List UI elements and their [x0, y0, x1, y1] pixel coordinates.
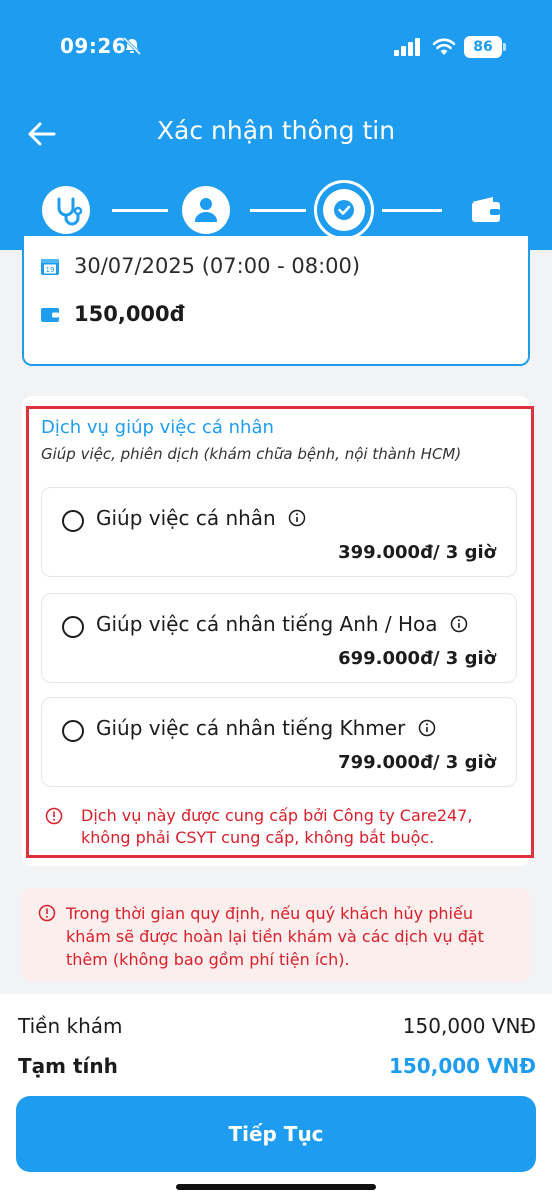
service-option-label: Giúp việc cá nhân: [96, 506, 276, 530]
service-option-label-wrap: Giúp việc cá nhân: [96, 506, 306, 530]
user-icon: [195, 198, 217, 222]
cancellation-notice: Trong thời gian quy định, nếu quý khách …: [22, 888, 530, 982]
service-option-label: Giúp việc cá nhân tiếng Khmer: [96, 716, 406, 740]
booking-date-row: 19 30/07/2025 (07:00 - 08:00): [40, 254, 360, 278]
info-icon[interactable]: [288, 509, 306, 527]
cancellation-notice-text: Trong thời gian quy định, nếu quý khách …: [66, 904, 484, 969]
exam-fee-label: Tiền khám: [18, 1014, 123, 1038]
progress-stepper: [0, 178, 552, 240]
service-option-label-wrap: Giúp việc cá nhân tiếng Khmer: [96, 716, 436, 740]
service-option-personal[interactable]: Giúp việc cá nhân 399.000đ/ 3 giờ: [41, 487, 517, 577]
service-option-label: Giúp việc cá nhân tiếng Anh / Hoa: [96, 612, 438, 636]
info-icon[interactable]: [450, 615, 468, 633]
wallet-icon: [41, 308, 59, 322]
warning-icon: [38, 904, 56, 922]
continue-button[interactable]: Tiếp Tục: [16, 1096, 536, 1172]
booking-price-row: 150,000đ: [40, 302, 185, 326]
warning-icon: [45, 807, 63, 825]
battery-indicator: 86: [464, 36, 502, 58]
service-disclaimer: Dịch vụ này được cung cấp bởi Công ty Ca…: [41, 805, 521, 849]
page-title: Xác nhận thông tin: [156, 116, 396, 145]
check-circle-icon: [334, 200, 354, 220]
step-connector: [250, 209, 306, 212]
radio-button[interactable]: [62, 510, 84, 532]
booking-price: 150,000đ: [74, 302, 185, 326]
step-doctor: [42, 186, 90, 234]
exam-fee-row: Tiền khám 150,000 VNĐ: [18, 1014, 536, 1038]
info-icon[interactable]: [418, 719, 436, 737]
service-option-price: 699.000đ/ 3 giờ: [338, 648, 496, 669]
service-option-price: 799.000đ/ 3 giờ: [338, 752, 496, 773]
service-option-khmer[interactable]: Giúp việc cá nhân tiếng Khmer 799.000đ/ …: [41, 697, 517, 787]
step-connector: [112, 209, 168, 212]
subtotal-row: Tạm tính 150,000 VNĐ: [18, 1054, 536, 1078]
calendar-icon: 19: [41, 259, 59, 275]
subtotal-label: Tạm tính: [18, 1054, 118, 1078]
service-option-english-chinese[interactable]: Giúp việc cá nhân tiếng Anh / Hoa 699.00…: [41, 593, 517, 683]
wallet-icon: [472, 197, 500, 222]
booking-date-time: 30/07/2025 (07:00 - 08:00): [74, 254, 361, 278]
stethoscope-icon: [57, 197, 83, 226]
personal-assistant-service-panel: Dịch vụ giúp việc cá nhân Giúp việc, phi…: [26, 406, 534, 858]
subtotal-value: 150,000 VNĐ: [388, 1054, 536, 1078]
status-bar: 09:26 86: [0, 32, 552, 62]
service-option-price: 399.000đ/ 3 giờ: [338, 542, 496, 563]
bell-slash-icon: [122, 36, 142, 56]
service-option-label-wrap: Giúp việc cá nhân tiếng Anh / Hoa: [96, 612, 468, 636]
cellular-signal-icon: [394, 38, 420, 56]
service-disclaimer-text: Dịch vụ này được cung cấp bởi Công ty Ca…: [81, 806, 473, 847]
battery-cap: [503, 43, 506, 51]
checkout-footer: Tiền khám 150,000 VNĐ Tạm tính 150,000 V…: [0, 994, 552, 1200]
service-title: Dịch vụ giúp việc cá nhân: [41, 417, 274, 438]
radio-button[interactable]: [62, 720, 84, 742]
step-payment: [462, 186, 510, 234]
service-subtitle: Giúp việc, phiên dịch (khám chữa bệnh, n…: [41, 445, 462, 463]
calendar-day: 19: [46, 266, 55, 274]
step-confirm-active: [314, 180, 374, 240]
step-connector: [382, 209, 442, 212]
step-patient: [182, 186, 230, 234]
status-time: 09:26: [60, 34, 127, 58]
home-indicator: [176, 1184, 376, 1190]
exam-fee-value: 150,000 VNĐ: [402, 1014, 536, 1038]
wifi-icon: [432, 38, 456, 55]
radio-button[interactable]: [62, 616, 84, 638]
booking-summary-card: 19 30/07/2025 (07:00 - 08:00) 150,000đ: [22, 236, 530, 366]
app-header: 09:26 86 Xác nhận thông tin: [0, 0, 552, 250]
